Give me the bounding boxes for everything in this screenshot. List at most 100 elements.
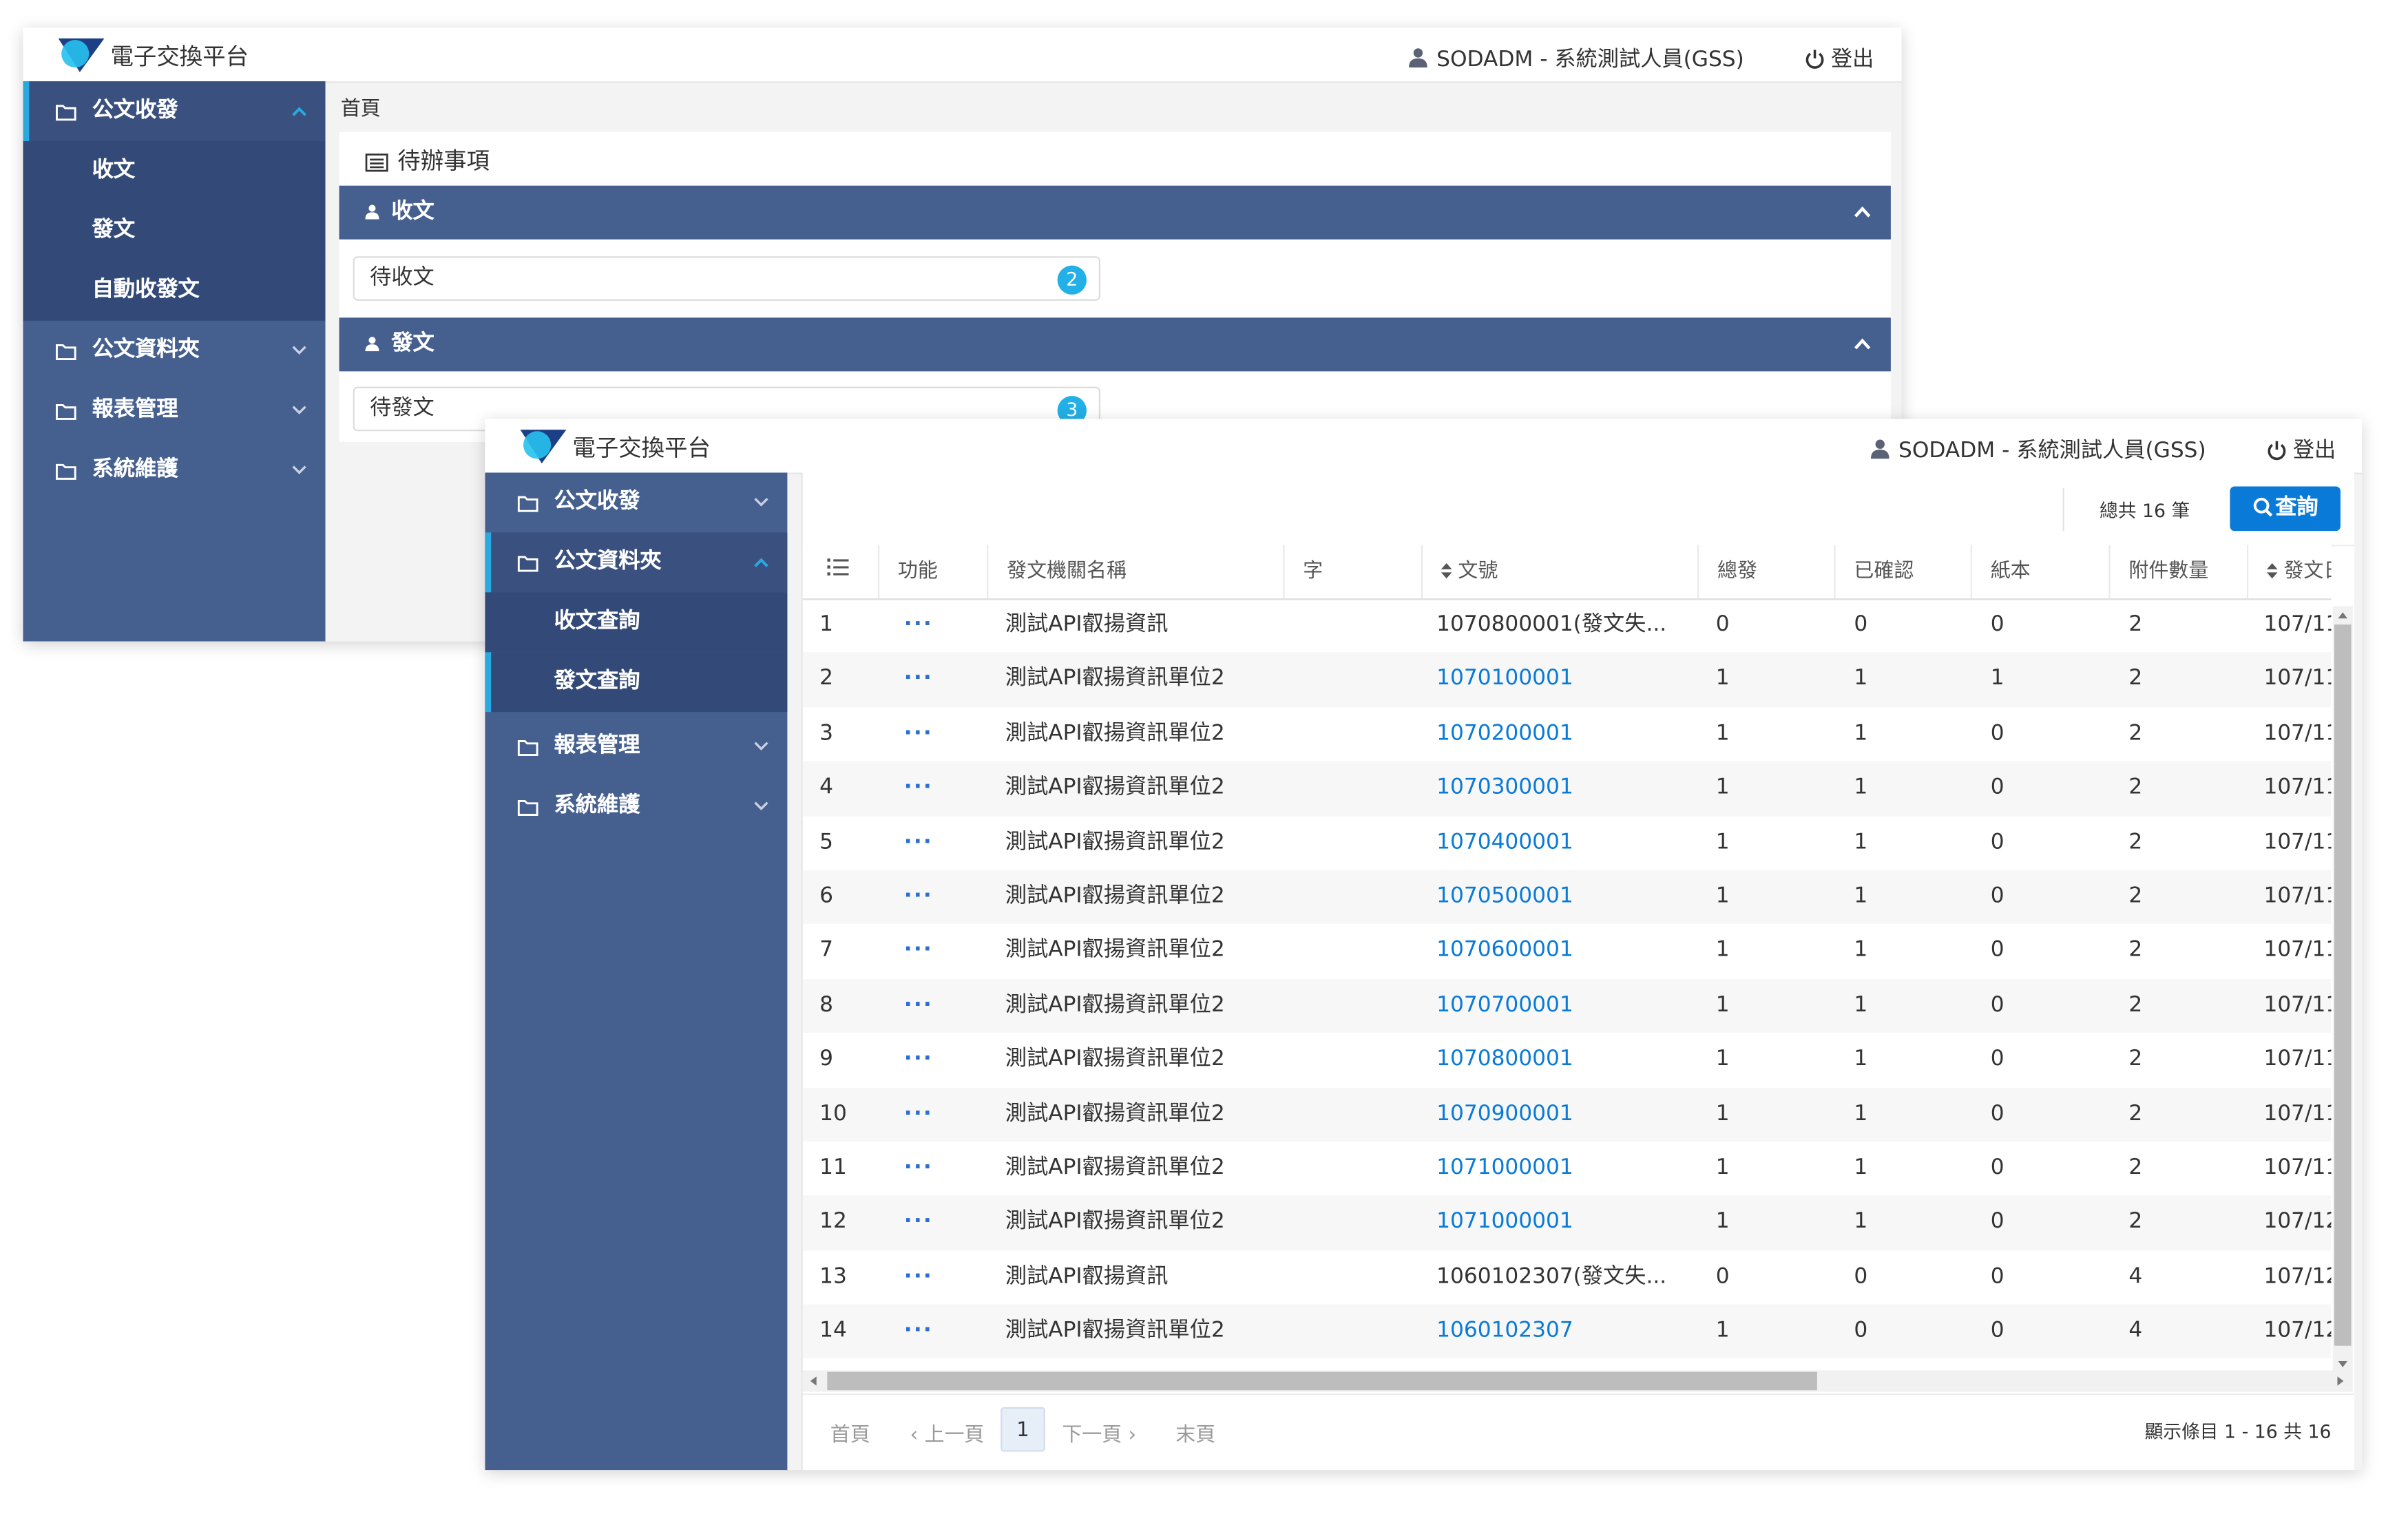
vertical-scroll-thumb[interactable]	[2334, 624, 2352, 1346]
table-row[interactable]: 12 ··· 測試API叡揚資訊單位2 1071000001 1 1 0 2 107/12	[802, 1195, 2332, 1250]
sidebar-item-reports[interactable]: 報表管理	[485, 717, 787, 777]
user-name: SODADM - 系統測試人員(GSS)	[1436, 48, 1744, 72]
query-button[interactable]: 查詢	[2230, 486, 2341, 532]
current-page[interactable]: 1	[1001, 1407, 1045, 1452]
row-actions-button[interactable]: ···	[904, 1250, 965, 1304]
docno-link[interactable]: 1070600001	[1436, 925, 1694, 978]
row-actions-button[interactable]: ···	[904, 1142, 965, 1195]
cell-date: 107/11	[2263, 1155, 2331, 1180]
docno-link[interactable]: 1071000001	[1436, 1142, 1694, 1195]
sidebar-item-documents[interactable]: 公文收發	[485, 472, 787, 532]
table-row[interactable]: 7 ··· 測試API叡揚資訊單位2 1070600001 1 1 0 2 107/11	[803, 925, 2331, 979]
table-row[interactable]: 5 ··· 測試API叡揚資訊單位2 1070400001 1 1 0 2 107/11	[803, 816, 2331, 870]
docno-link[interactable]: 1070200001	[1436, 707, 1694, 761]
cell-number: 11	[819, 1155, 847, 1180]
cell-number: 1	[819, 612, 834, 637]
chevron-down-icon	[754, 498, 768, 507]
docno-link[interactable]: 1070300001	[1436, 761, 1694, 815]
column-header-word[interactable]: 字	[1283, 545, 1421, 599]
task-label: 待收文	[370, 265, 435, 291]
sort-icon	[2266, 562, 2278, 579]
docno-link[interactable]: 1070800001	[1436, 1033, 1694, 1086]
sidebar-subitem-send[interactable]: 發文	[23, 200, 326, 261]
sidebar-item-reports[interactable]: 報表管理	[23, 381, 325, 441]
column-header-docno[interactable]: 文號	[1421, 545, 1697, 599]
vertical-scrollbar[interactable]	[2332, 606, 2353, 1374]
table-row[interactable]: 10···測試API叡揚資訊單位210709000011102107/11	[802, 1087, 2332, 1142]
table-row[interactable]: 6 ··· 測試API叡揚資訊單位2 1070500001 1 1 0 2 107/11	[802, 870, 2332, 925]
breadcrumb[interactable]: 首頁	[341, 92, 381, 121]
sidebar-item-system[interactable]: 系統維護	[23, 441, 325, 501]
user-menu[interactable]: SODADM - 系統測試人員(GSS)	[1870, 434, 2206, 465]
sidebar-item-folders[interactable]: 公文資料夾	[23, 321, 325, 381]
scroll-left-icon[interactable]	[809, 1375, 818, 1387]
folder-icon	[56, 105, 76, 121]
horizontal-scrollbar[interactable]	[802, 1370, 2353, 1392]
logout-button[interactable]: 登出	[2267, 434, 2336, 465]
column-header-paper[interactable]: 紙本	[1970, 545, 2109, 599]
docno-link[interactable]: 1070900001	[1436, 1087, 1694, 1141]
prev-page-link[interactable]: ‹ 上一頁	[910, 1418, 985, 1447]
table-row[interactable]: 4 ··· 測試API叡揚資訊單位2 1070300001 1 1 0 2 107/11	[802, 761, 2332, 816]
docno-link[interactable]: 1070100001	[1436, 653, 1694, 706]
column-header-date[interactable]: 發文日	[2246, 545, 2332, 599]
cell-attachments: 2	[2128, 883, 2143, 909]
row-actions-button[interactable]: ···	[904, 761, 965, 815]
docno-link[interactable]: 1070400001	[1436, 816, 1694, 870]
column-order-header[interactable]	[803, 545, 878, 598]
docno-link[interactable]: 1071000001	[1436, 1196, 1694, 1250]
table-row[interactable]: 3 ··· 測試API叡揚資訊單位2 1070200001 1 1 0 2 107/11	[803, 707, 2331, 761]
sidebar-subitem-send-query[interactable]: 發文查詢	[485, 652, 788, 713]
sidebar-item-documents[interactable]: 公文收發	[23, 81, 326, 142]
first-page-link[interactable]: 首頁	[830, 1418, 870, 1447]
logout-button[interactable]: 登出	[1805, 43, 1874, 74]
table-row[interactable]: 1 ··· 測試API叡揚資訊 1070800001(發文失... 0 0 0 2 107/11	[803, 598, 2331, 653]
row-actions-button[interactable]: ···	[904, 653, 965, 706]
docno-link[interactable]: 1060102307	[1436, 1305, 1694, 1358]
docno-link[interactable]: 1070700001	[1436, 978, 1694, 1032]
panel-title: 待辦事項	[365, 145, 490, 177]
user-menu[interactable]: SODADM - 系統測試人員(GSS)	[1409, 43, 1744, 74]
row-actions-button[interactable]: ···	[904, 1033, 965, 1086]
section-receive-header[interactable]: 收文	[339, 185, 1891, 240]
row-actions-button[interactable]: ···	[904, 870, 965, 924]
next-page-link[interactable]: 下一頁 ›	[1062, 1418, 1136, 1447]
section-send-header[interactable]: 發文	[339, 317, 1891, 372]
cell-attachments: 4	[2128, 1318, 2143, 1343]
table-row[interactable]: 11···測試API叡揚資訊單位210710000011102107/11	[803, 1142, 2331, 1196]
column-header-function[interactable]: 功能	[877, 545, 987, 599]
row-actions-button[interactable]: ···	[904, 598, 965, 652]
column-header-confirmed[interactable]: 已確認	[1834, 545, 1970, 599]
horizontal-scroll-thumb[interactable]	[827, 1371, 1817, 1391]
scroll-up-icon[interactable]	[2333, 608, 2353, 623]
cell-number: 3	[819, 721, 834, 746]
table-row[interactable]: 2 ··· 測試API叡揚資訊單位2 1070100001 1 1 1 2 107/11	[802, 653, 2332, 707]
column-header-attachments[interactable]: 附件數量	[2108, 545, 2247, 599]
row-actions-button[interactable]: ···	[904, 1196, 965, 1250]
docno-link[interactable]: 1070500001	[1436, 870, 1694, 924]
table-row[interactable]: 14 ··· 測試API叡揚資訊單位2 1060102307 1 0 0 4 107/12	[802, 1304, 2332, 1359]
column-header-total[interactable]: 總發	[1697, 545, 1834, 599]
table-row[interactable]: 13 ··· 測試API叡揚資訊 1060102307(發文失... 0 0 0 4 107/1…	[803, 1250, 2331, 1305]
row-actions-button[interactable]: ···	[904, 707, 965, 761]
cell-paper: 0	[1990, 992, 2004, 1018]
sidebar-item-folders[interactable]: 公文資料夾	[485, 532, 788, 593]
row-actions-button[interactable]: ···	[904, 925, 965, 978]
table-row[interactable]: 9 ··· 測試API叡揚資訊單位2 1070800001 1 1 0 2 107/11	[803, 1033, 2331, 1087]
table-row[interactable]: 8 ··· 測試API叡揚資訊單位2 1070700001 1 1 0 2 107/11	[802, 978, 2332, 1033]
sidebar-subitem-receive-query[interactable]: 收文查詢	[485, 592, 788, 653]
row-actions-button[interactable]: ···	[904, 1087, 965, 1141]
task-receive[interactable]: 待收文 2	[353, 256, 1101, 301]
cell-paper: 0	[1990, 1318, 2004, 1343]
row-actions-button[interactable]: ···	[904, 1305, 965, 1358]
last-page-link[interactable]: 末頁	[1175, 1418, 1215, 1447]
row-actions-button[interactable]: ···	[904, 816, 965, 870]
column-header-org[interactable]: 發文機關名稱	[987, 545, 1283, 599]
scroll-down-icon[interactable]	[2333, 1356, 2353, 1371]
cell-org: 測試API叡揚資訊單位2	[1005, 1155, 1225, 1180]
scroll-right-icon[interactable]	[2336, 1375, 2345, 1387]
sidebar-subitem-auto[interactable]: 自動收發文	[23, 260, 326, 321]
sidebar-item-system[interactable]: 系統維護	[485, 777, 787, 837]
sidebar-subitem-receive[interactable]: 收文	[23, 141, 326, 201]
row-actions-button[interactable]: ···	[904, 978, 965, 1032]
